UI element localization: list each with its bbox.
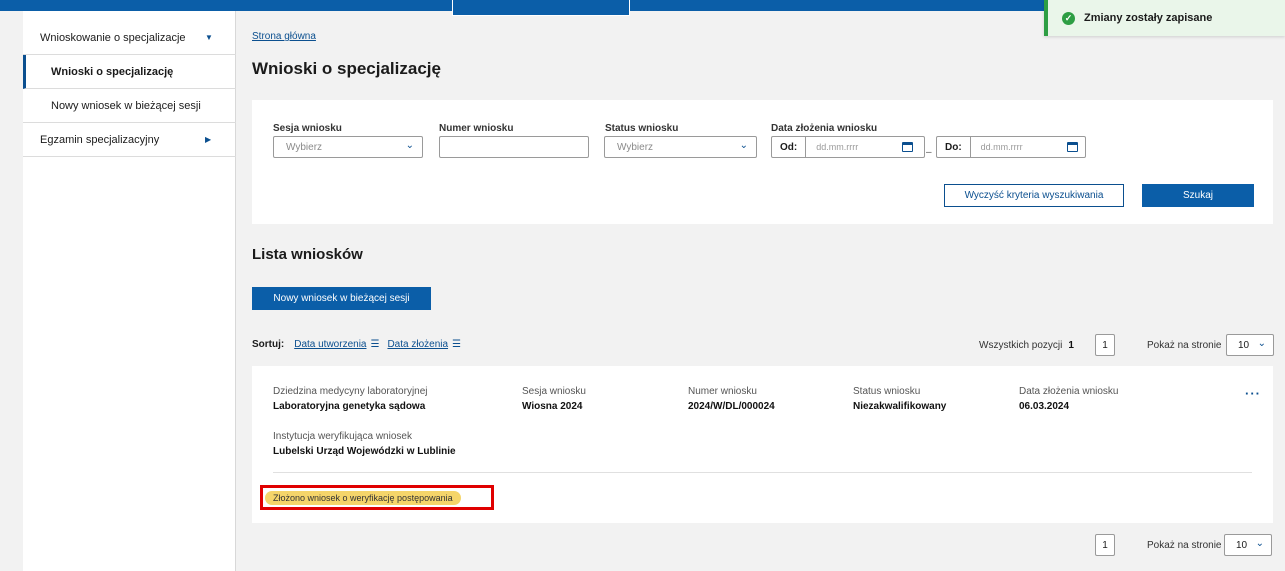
per-page-select[interactable]: 10 ⌄ (1226, 334, 1274, 356)
total-count: Wszystkich pozycji 1 (979, 340, 1074, 351)
sort-label: Sortuj: (252, 339, 285, 350)
sort-created-link[interactable]: Data utworzenia (294, 339, 366, 350)
chevron-down-icon: ⌄ (405, 140, 414, 151)
clear-filters-button[interactable]: Wyczyść kryteria wyszukiwania (944, 184, 1124, 207)
caret-right-icon: ▶ (205, 135, 212, 144)
date-filter-label: Data złożenia wniosku (771, 123, 878, 134)
check-circle-icon: ✓ (1062, 11, 1075, 25)
number-input[interactable] (439, 136, 589, 158)
status-select[interactable]: Wybierz ⌄ (604, 136, 757, 158)
sidebar-item-my-applications[interactable]: Wnioski o specjalizację (23, 55, 236, 89)
session-value: Wiosna 2024 (522, 401, 583, 412)
date-to-placeholder: dd.mm.rrrr (980, 142, 1023, 152)
institution-label: Instytucja weryfikująca wniosek (273, 431, 412, 442)
date-label: Data złożenia wniosku (1019, 386, 1119, 397)
date-from-field[interactable]: Od: dd.mm.rrrr (771, 136, 925, 158)
sidebar-item-label: Wnioskowanie o specjalizacje (40, 31, 186, 44)
number-value: 2024/W/DL/000024 (688, 401, 775, 412)
sort-bar: Sortuj: Data utworzenia ☰ Data złożenia … (252, 339, 469, 350)
date-from-placeholder: dd.mm.rrrr (816, 142, 859, 152)
sidebar-item-new-application[interactable]: Nowy wniosek w bieżącej sesji (23, 89, 236, 123)
date-to-label: Do: (937, 137, 971, 157)
sort-icon[interactable]: ☰ (452, 339, 461, 350)
sidebar-item-exam[interactable]: Egzamin specjalizacyjny ▶ (23, 123, 236, 157)
sidebar-item-label: Nowy wniosek w bieżącej sesji (51, 99, 201, 112)
sidebar-item-label: Egzamin specjalizacyjny (40, 133, 160, 146)
date-from-label: Od: (772, 137, 807, 157)
search-button[interactable]: Szukaj (1142, 184, 1254, 207)
sidebar-item-applications-group[interactable]: Wnioskowanie o specjalizacje ▼ (23, 21, 236, 55)
status-filter-label: Status wniosku (605, 123, 679, 134)
chevron-down-icon: ⌄ (739, 140, 748, 151)
date-range-separator: – (926, 147, 932, 158)
calendar-icon[interactable] (902, 142, 914, 152)
institution-value: Lubelski Urząd Wojewódzki w Lublinie (273, 446, 456, 457)
status-label: Status wniosku (853, 386, 921, 397)
more-options-icon[interactable]: ··· (1245, 386, 1261, 401)
per-page-select-bottom[interactable]: 10 ⌄ (1224, 534, 1272, 556)
sidebar-item-label: Wnioski o specjalizację (51, 65, 174, 78)
page-number-input-bottom[interactable]: 1 (1095, 534, 1115, 556)
sidebar: Wnioskowanie o specjalizacje ▼ Wnioski o… (23, 11, 236, 571)
page-number-input[interactable]: 1 (1095, 334, 1115, 356)
per-page-label-bottom: Pokaż na stronie (1147, 540, 1222, 551)
breadcrumb-home-link[interactable]: Strona główna (252, 31, 316, 42)
status-badge: Złożono wniosek o weryfikację postępowan… (265, 491, 461, 505)
chevron-down-icon: ⌄ (1255, 538, 1264, 549)
page-title: Wnioski o specjalizację (252, 59, 441, 78)
calendar-icon[interactable] (1066, 142, 1078, 152)
field-value: Laboratoryjna genetyka sądowa (273, 401, 426, 412)
date-to-field[interactable]: Do: dd.mm.rrrr (936, 136, 1086, 158)
session-filter-label: Sesja wniosku (273, 123, 342, 134)
list-title: Lista wniosków (252, 246, 363, 263)
status-value: Niezakwalifikowany (853, 401, 947, 412)
filter-panel: Sesja wniosku Wybierz ⌄ Numer wniosku St… (252, 100, 1273, 224)
session-select[interactable]: Wybierz ⌄ (273, 136, 423, 158)
toast-message: Zmiany zostały zapisane (1084, 12, 1213, 24)
success-toast: ✓ Zmiany zostały zapisane (1044, 0, 1285, 36)
date-value: 06.03.2024 (1019, 401, 1070, 412)
sort-icon[interactable]: ☰ (370, 339, 379, 350)
session-label: Sesja wniosku (522, 386, 586, 397)
card-divider (273, 472, 1252, 473)
caret-down-icon: ▼ (205, 33, 213, 42)
new-application-button[interactable]: Nowy wniosek w bieżącej sesji (252, 287, 431, 310)
number-label: Numer wniosku (688, 386, 757, 397)
main-content: Strona główna Wnioski o specjalizację Se… (236, 11, 1285, 571)
field-label: Dziedzina medycyny laboratoryjnej (273, 386, 428, 397)
number-filter-label: Numer wniosku (439, 123, 514, 134)
application-card: Dziedzina medycyny laboratoryjnej Labora… (252, 366, 1273, 523)
chevron-down-icon: ⌄ (1257, 338, 1266, 349)
sort-submitted-link[interactable]: Data złożenia (387, 339, 448, 350)
per-page-label: Pokaż na stronie (1147, 340, 1222, 351)
